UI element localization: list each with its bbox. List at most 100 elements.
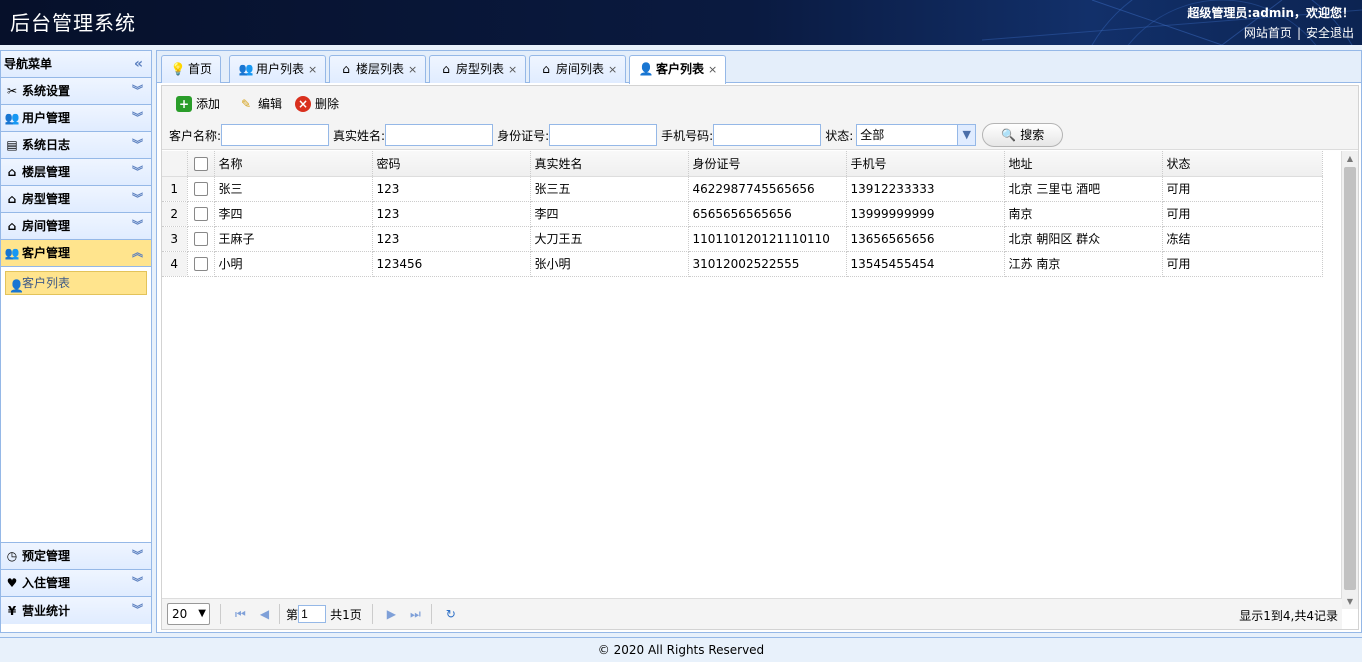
phone-input[interactable] (713, 124, 822, 146)
column-header-name[interactable]: 名称 (214, 151, 373, 177)
sidebar-group-user-management[interactable]: 👥 用户管理 ︾ (1, 105, 151, 132)
first-page-icon[interactable]: ⏮ (235, 607, 246, 622)
chevron-down-icon: ︾ (132, 165, 143, 178)
users-icon: 👥 (238, 62, 254, 76)
search-bar: 客户名称: 真实姓名: 身份证号: 手机号码: 状态: 全部 ▼ 🔍 搜索 (169, 123, 1064, 147)
app-title: 后台管理系统 (10, 11, 136, 35)
tab-floor-list[interactable]: ⌂ 楼层列表 × (329, 55, 427, 83)
close-icon[interactable]: × (508, 63, 517, 76)
chevron-down-icon: ︾ (132, 192, 143, 205)
refresh-icon[interactable]: ↻ (446, 607, 456, 621)
cell-address: 北京 朝阳区 群众 (1004, 226, 1163, 252)
search-icon: 🔍 (1001, 128, 1017, 142)
cell-status: 可用 (1162, 176, 1323, 202)
prev-page-icon[interactable]: ◀ (260, 607, 269, 621)
scroll-up-icon[interactable]: ▲ (1342, 154, 1358, 163)
sidebar-group-floor-management[interactable]: ⌂ 楼层管理 ︾ (1, 159, 151, 186)
idcard-input[interactable] (549, 124, 658, 146)
column-header-idcard[interactable]: 身份证号 (688, 151, 847, 177)
tab-customer-list[interactable]: 👤 客户列表 × (629, 55, 727, 84)
chevron-down-icon: ︾ (132, 138, 143, 151)
table-row[interactable]: 4 小明 123456 张小明 31012002522555 135454554… (162, 251, 1323, 277)
cell-idcard: 110110120121110110 (688, 226, 847, 252)
pager-divider (279, 604, 281, 624)
tab-bar: 💡 首页 👥 用户列表 × ⌂ 楼层列表 × ⌂ 房型列表 × ⌂ 房间列表 × 👤 客户列表 × (157, 51, 1361, 84)
cell-idcard: 4622987745565656 (688, 176, 847, 202)
log-icon: ▤ (6, 138, 18, 152)
cell-password: 123 (372, 201, 531, 227)
sidebar-item-customer-list[interactable]: 👤 客户列表 (5, 271, 147, 295)
row-checkbox[interactable] (193, 231, 208, 246)
column-header-password[interactable]: 密码 (372, 151, 531, 177)
yen-icon: ¥ (7, 603, 17, 618)
status-select[interactable]: 全部 ▼ (856, 124, 977, 146)
logout-link[interactable]: 安全退出 (1306, 26, 1354, 40)
cell-phone: 13545455454 (846, 251, 1005, 277)
tab-roomtype-list[interactable]: ⌂ 房型列表 × (429, 55, 527, 83)
row-checkbox-cell (187, 176, 215, 202)
sidebar-group-business-stats[interactable]: ¥ 营业统计 ︾ (1, 597, 151, 624)
delete-button[interactable]: × 删除 (295, 94, 339, 114)
chevron-down-icon: ︾ (132, 84, 143, 97)
tab-room-list[interactable]: ⌂ 房间列表 × (529, 55, 627, 83)
cell-password: 123 (372, 226, 531, 252)
vertical-scrollbar[interactable]: ▲ ▼ (1341, 151, 1358, 609)
tab-label: 客户列表 (656, 62, 705, 76)
footer: © 2020 All Rights Reserved (0, 637, 1362, 662)
tab-user-list[interactable]: 👥 用户列表 × (229, 55, 327, 83)
page-size-select[interactable]: 20 ▼ (167, 603, 210, 625)
table-row[interactable]: 3 王麻子 123 大刀王五 110110120121110110 136565… (162, 226, 1323, 252)
sidebar-group-checkin-management[interactable]: ♥ 入住管理 ︾ (1, 570, 151, 597)
edit-label: 编辑 (258, 97, 283, 111)
clock-icon: ◷ (6, 549, 18, 563)
plus-icon: + (176, 96, 192, 112)
checkin-icon: ♥ (6, 576, 18, 590)
close-icon[interactable]: × (708, 63, 717, 76)
close-icon[interactable]: × (408, 63, 417, 76)
cell-status: 可用 (1162, 201, 1323, 227)
sidebar-header: 导航菜单 « (1, 51, 151, 78)
realname-input[interactable] (385, 124, 494, 146)
cell-phone: 13912233333 (846, 176, 1005, 202)
cell-password: 123456 (372, 251, 531, 277)
phone-label: 手机号码: (661, 128, 714, 143)
scroll-down-icon[interactable]: ▼ (1342, 597, 1358, 606)
scrollbar-thumb[interactable] (1344, 167, 1356, 590)
sidebar-group-room-management[interactable]: ⌂ 房间管理 ︾ (1, 213, 151, 240)
sidebar-group-system-log[interactable]: ▤ 系统日志 ︾ (1, 132, 151, 159)
table-row[interactable]: 2 李四 123 李四 6565656565656 13999999999 南京… (162, 201, 1323, 227)
customer-table: 名称 密码 真实姓名 身份证号 手机号 地址 状态 1 张三 123 张三五 4… (162, 151, 1342, 277)
column-header-address[interactable]: 地址 (1004, 151, 1163, 177)
row-checkbox[interactable] (193, 256, 208, 271)
bulb-icon: 💡 (170, 62, 186, 76)
column-header-realname[interactable]: 真实姓名 (530, 151, 689, 177)
column-header-status[interactable]: 状态 (1162, 151, 1323, 177)
next-page-icon[interactable]: ▶ (387, 607, 396, 621)
row-checkbox[interactable] (193, 181, 208, 196)
close-icon[interactable]: × (308, 63, 317, 76)
home-link[interactable]: 网站首页 (1244, 26, 1292, 40)
sidebar-group-customer-management[interactable]: 👥 客户管理 ︽ (1, 240, 151, 267)
select-all-checkbox[interactable] (193, 156, 208, 171)
name-input[interactable] (221, 124, 330, 146)
table-row[interactable]: 1 张三 123 张三五 4622987745565656 1391223333… (162, 176, 1323, 202)
select-all-checkbox-cell (187, 151, 215, 177)
house-icon: ⌂ (542, 62, 550, 76)
sidebar-submenu: 👤 客户列表 (1, 267, 151, 543)
page-number-input[interactable] (298, 605, 327, 623)
sidebar-group-roomtype-management[interactable]: ⌂ 房型管理 ︾ (1, 186, 151, 213)
sidebar-group-booking-management[interactable]: ◷ 预定管理 ︾ (1, 543, 151, 570)
add-button[interactable]: + 添加 (176, 94, 220, 114)
row-number-header (162, 151, 188, 177)
double-chevron-left-icon[interactable]: « (134, 51, 143, 78)
close-icon[interactable]: × (608, 63, 617, 76)
tab-home[interactable]: 💡 首页 (161, 55, 222, 83)
row-checkbox[interactable] (193, 206, 208, 221)
last-page-icon[interactable]: ⏭ (410, 607, 421, 622)
search-button[interactable]: 🔍 搜索 (982, 123, 1064, 147)
cell-name: 小明 (214, 251, 373, 277)
sidebar-group-system-settings[interactable]: ✂ 系统设置 ︾ (1, 78, 151, 105)
edit-button[interactable]: ✎ 编辑 (238, 94, 282, 114)
column-header-phone[interactable]: 手机号 (846, 151, 1005, 177)
pager-divider (430, 604, 432, 624)
